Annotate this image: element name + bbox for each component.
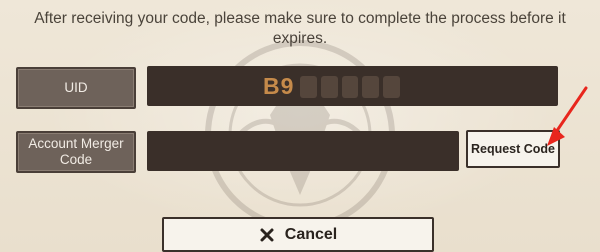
- uid-label-text: UID: [64, 80, 88, 95]
- account-merger-code-label-text: Account Merger Code: [28, 136, 124, 167]
- redaction-block: [320, 76, 338, 98]
- account-merger-code-label: Account Merger Code: [16, 131, 136, 173]
- instruction-text: After receiving your code, please make s…: [34, 10, 566, 47]
- redaction-block: [383, 76, 400, 98]
- redaction-block: [341, 76, 359, 98]
- uid-redacted: [300, 76, 400, 98]
- request-code-button[interactable]: Request Code: [466, 130, 560, 168]
- account-merge-dialog: After receiving your code, please make s…: [0, 0, 600, 252]
- redaction-block: [362, 76, 380, 98]
- request-code-label: Request Code: [470, 142, 556, 156]
- account-merger-code-input[interactable]: [147, 131, 459, 171]
- cancel-label: Cancel: [284, 225, 338, 243]
- uid-value: B9: [263, 73, 295, 99]
- uid-label: UID: [16, 67, 136, 109]
- cancel-button[interactable]: Cancel: [162, 217, 434, 252]
- redaction-block: [300, 76, 317, 98]
- close-icon: [260, 228, 274, 241]
